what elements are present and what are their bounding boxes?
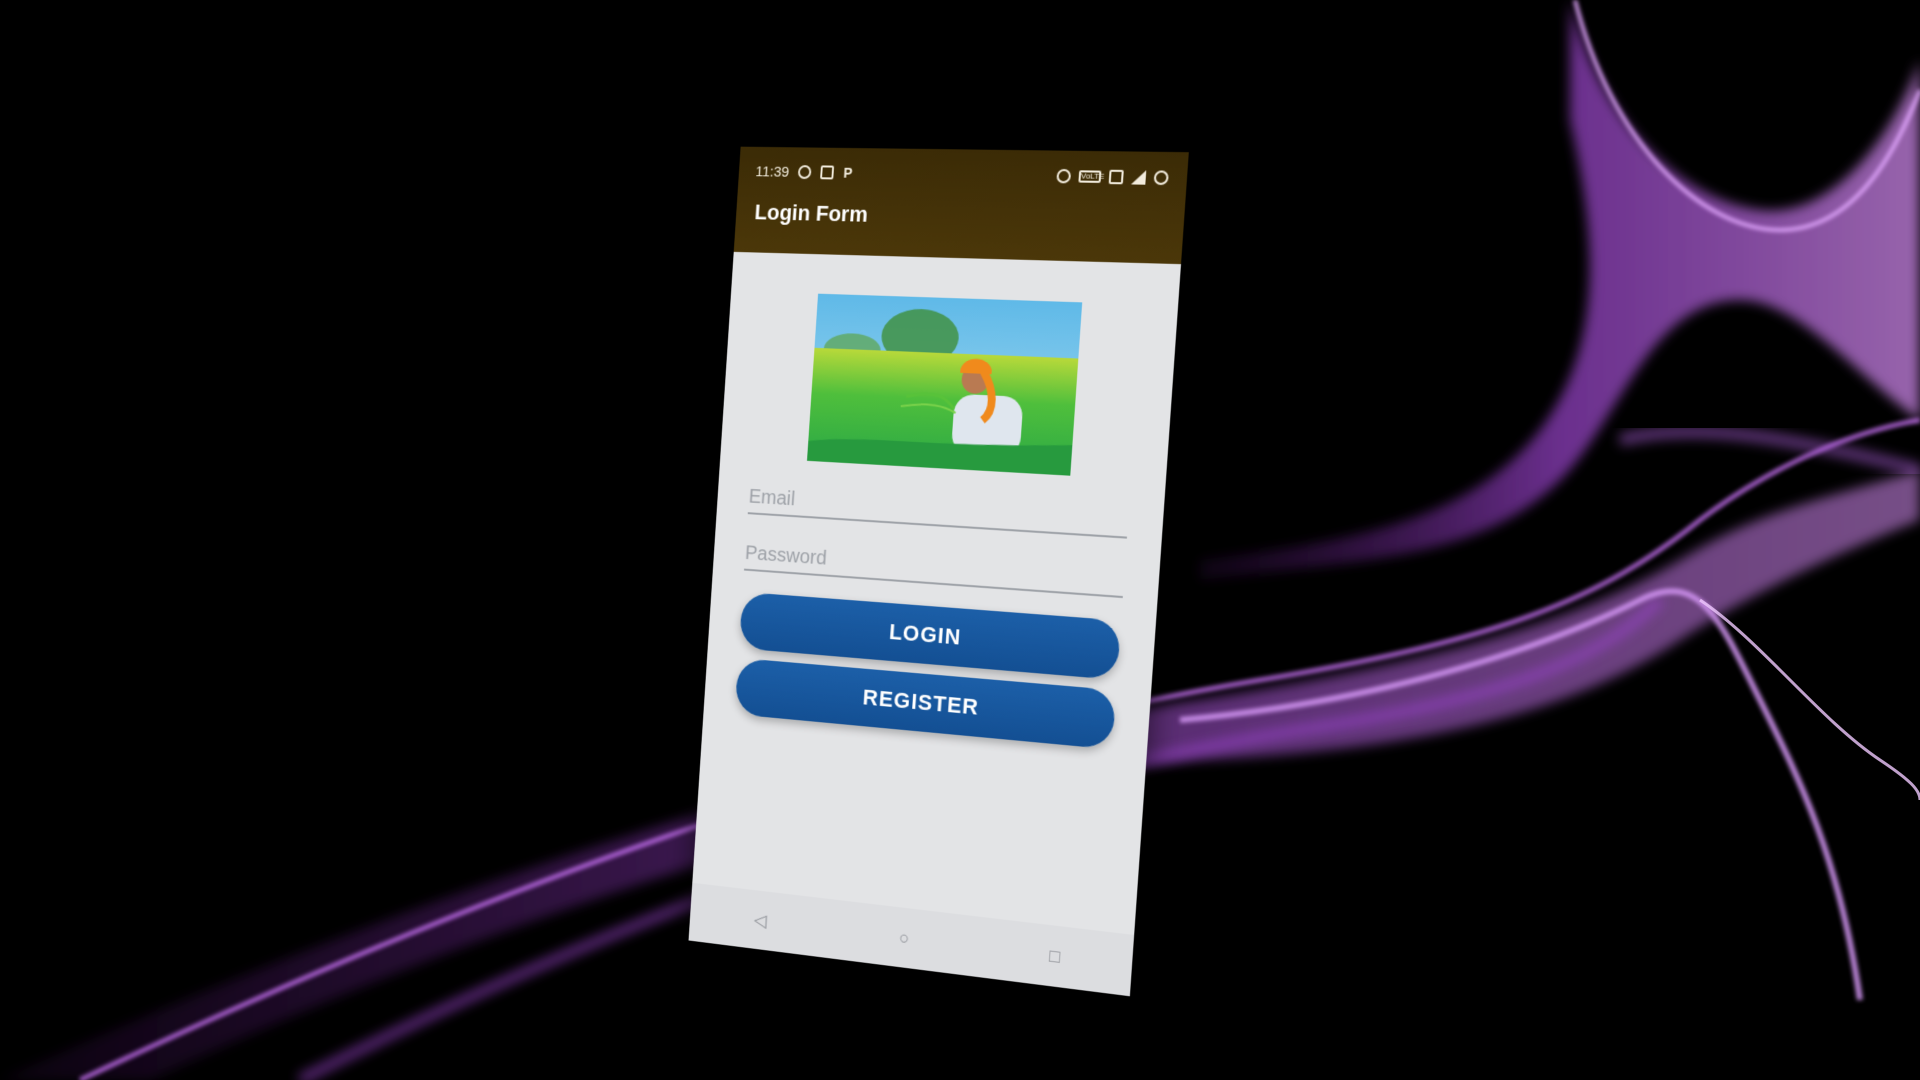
eye-comfort-icon	[1153, 170, 1169, 186]
whatsapp-icon	[798, 165, 813, 180]
signal-icon	[1130, 170, 1147, 185]
password-field[interactable]	[743, 527, 1126, 599]
status-time: 11:39	[755, 162, 790, 181]
volte-icon: VoLTE	[1078, 170, 1105, 183]
password-input[interactable]	[744, 542, 1125, 592]
phone-mockup: 11:39 P VoLTE Login Form Email LOGIN REG…	[688, 146, 1190, 1010]
email-input[interactable]	[748, 485, 1129, 533]
recents-icon[interactable]: □	[1033, 934, 1076, 979]
app-bar: 11:39 P VoLTE Login Form	[733, 146, 1189, 265]
farmer-photo	[806, 293, 1083, 476]
back-icon[interactable]: ◁	[741, 899, 780, 942]
hotspot-icon	[1056, 168, 1072, 184]
system-nav-bar: ◁ ○ □	[688, 882, 1135, 997]
phone-screen: 11:39 P VoLTE Login Form Email LOGIN REG…	[688, 146, 1189, 997]
status-bar-right: VoLTE	[1056, 168, 1169, 186]
app-title: Login Form	[753, 199, 869, 227]
email-field[interactable]	[747, 471, 1130, 539]
image-notification-icon	[820, 165, 835, 180]
status-bar: 11:39 P VoLTE	[755, 159, 1170, 192]
p-notification-icon: P	[842, 164, 853, 181]
desktop-stage: 11:39 P VoLTE Login Form Email LOGIN REG…	[0, 0, 1920, 1080]
home-icon[interactable]: ○	[884, 916, 925, 960]
status-bar-left: 11:39 P	[755, 163, 853, 181]
vibrate-icon	[1108, 169, 1124, 185]
login-form: LOGIN REGISTER	[704, 291, 1179, 753]
